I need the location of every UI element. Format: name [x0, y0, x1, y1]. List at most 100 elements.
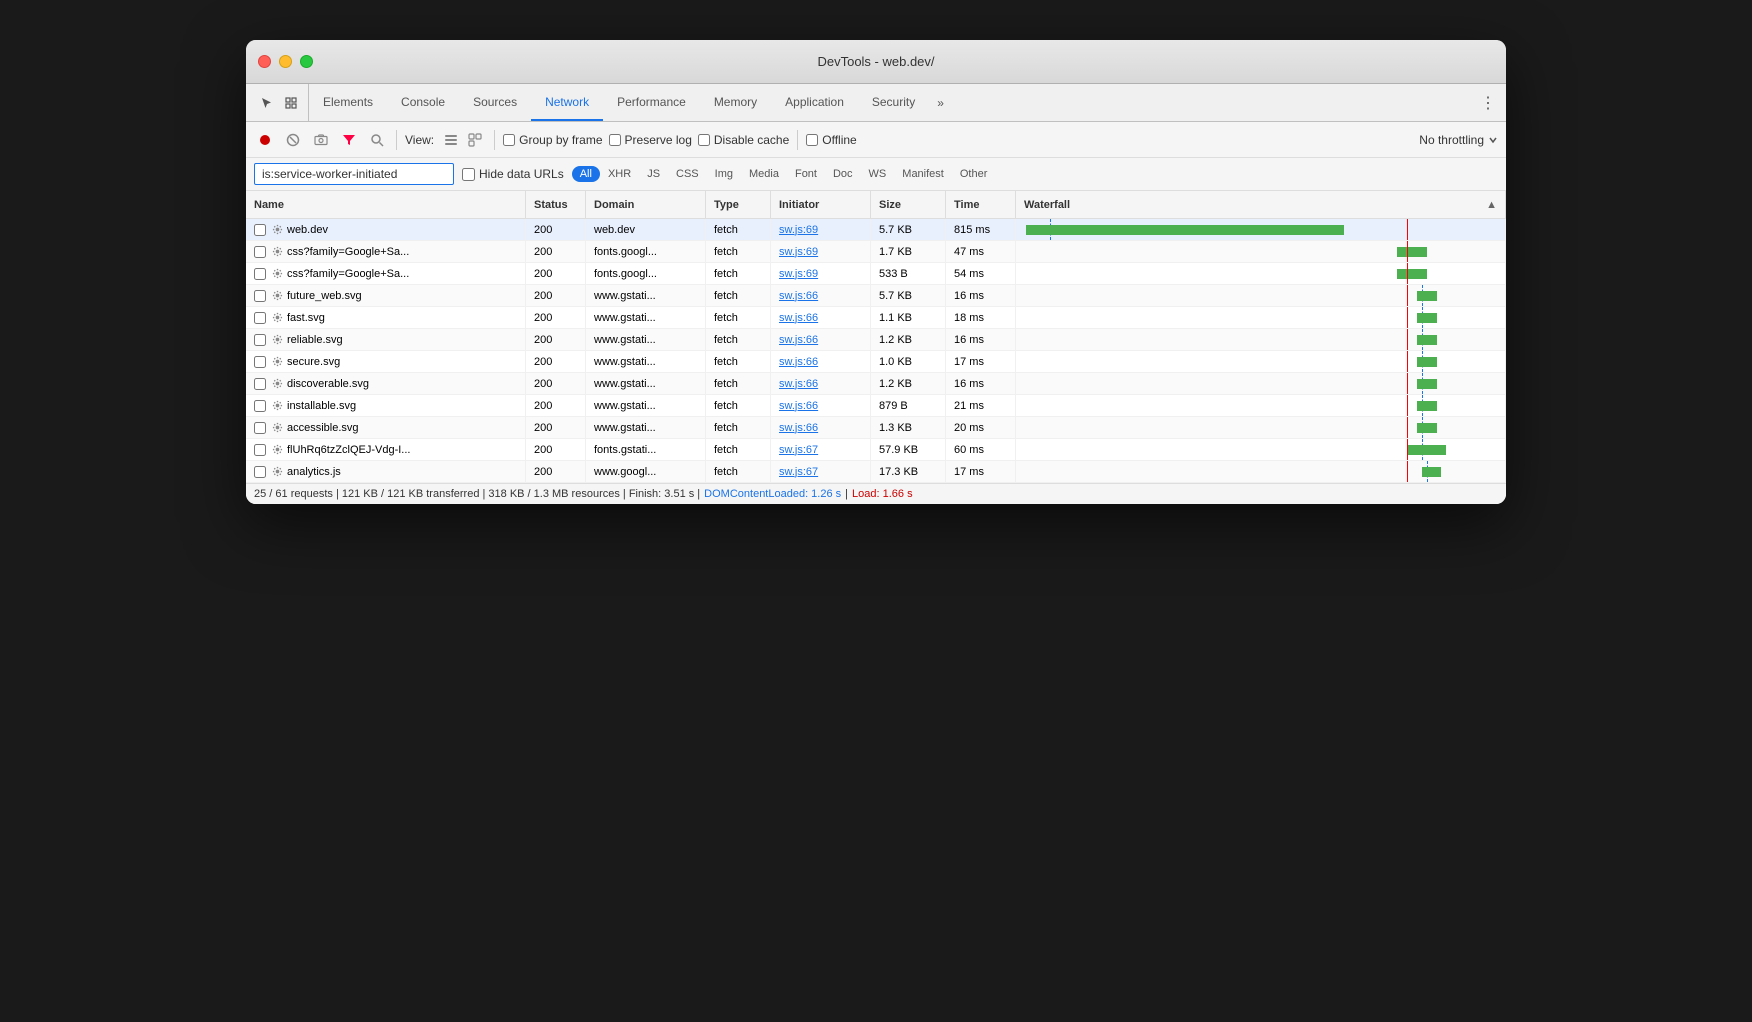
camera-button[interactable]: [310, 129, 332, 151]
waterfall-red-line: [1407, 461, 1408, 482]
table-row[interactable]: flUhRq6tzZclQEJ-Vdg-I... 200 fonts.gstat…: [246, 439, 1506, 461]
filter-type-doc[interactable]: Doc: [825, 166, 861, 182]
row-initiator[interactable]: sw.js:66: [771, 417, 871, 438]
filter-type-font[interactable]: Font: [787, 166, 825, 182]
group-by-frame-checkbox[interactable]: [503, 134, 515, 146]
row-select-checkbox[interactable]: [254, 290, 266, 302]
row-waterfall: [1016, 417, 1506, 438]
row-select-checkbox[interactable]: [254, 334, 266, 346]
th-waterfall[interactable]: Waterfall ▲: [1016, 191, 1506, 218]
row-initiator[interactable]: sw.js:66: [771, 285, 871, 306]
table-row[interactable]: discoverable.svg 200 www.gstati... fetch…: [246, 373, 1506, 395]
group-by-frame-toggle[interactable]: Group by frame: [503, 133, 602, 147]
table-row[interactable]: accessible.svg 200 www.gstati... fetch s…: [246, 417, 1506, 439]
row-initiator[interactable]: sw.js:66: [771, 307, 871, 328]
row-initiator[interactable]: sw.js:67: [771, 439, 871, 460]
inspect-icon[interactable]: [282, 94, 300, 112]
filter-button[interactable]: [338, 129, 360, 151]
row-type: fetch: [706, 285, 771, 306]
tab-performance[interactable]: Performance: [603, 84, 700, 121]
row-name: css?family=Google+Sa...: [246, 263, 526, 284]
filter-type-all[interactable]: All: [572, 166, 600, 182]
table-row[interactable]: css?family=Google+Sa... 200 fonts.googl.…: [246, 263, 1506, 285]
th-type[interactable]: Type: [706, 191, 771, 218]
th-domain[interactable]: Domain: [586, 191, 706, 218]
table-row[interactable]: analytics.js 200 www.googl... fetch sw.j…: [246, 461, 1506, 483]
table-row[interactable]: secure.svg 200 www.gstati... fetch sw.js…: [246, 351, 1506, 373]
view-grid-button[interactable]: [464, 129, 486, 151]
row-select-checkbox[interactable]: [254, 224, 266, 236]
preserve-log-toggle[interactable]: Preserve log: [609, 133, 692, 147]
table-row[interactable]: fast.svg 200 www.gstati... fetch sw.js:6…: [246, 307, 1506, 329]
row-select-checkbox[interactable]: [254, 356, 266, 368]
filter-type-manifest[interactable]: Manifest: [894, 166, 952, 182]
row-initiator[interactable]: sw.js:69: [771, 219, 871, 240]
more-tabs-button[interactable]: »: [929, 84, 952, 121]
cursor-icon[interactable]: [258, 94, 276, 112]
tab-sources[interactable]: Sources: [459, 84, 531, 121]
throttle-select[interactable]: No throttling: [1419, 133, 1498, 147]
stop-button[interactable]: [282, 129, 304, 151]
waterfall-red-line: [1407, 241, 1408, 262]
table-row[interactable]: installable.svg 200 www.gstati... fetch …: [246, 395, 1506, 417]
filter-type-js[interactable]: JS: [639, 166, 668, 182]
preserve-log-checkbox[interactable]: [609, 134, 621, 146]
search-button[interactable]: [366, 129, 388, 151]
offline-toggle[interactable]: Offline: [806, 133, 856, 147]
th-time[interactable]: Time: [946, 191, 1016, 218]
tab-application[interactable]: Application: [771, 84, 858, 121]
row-name: installable.svg: [246, 395, 526, 416]
th-size[interactable]: Size: [871, 191, 946, 218]
row-select-checkbox[interactable]: [254, 444, 266, 456]
row-select-checkbox[interactable]: [254, 268, 266, 280]
settings-button[interactable]: ⋮: [1470, 84, 1506, 121]
filter-input[interactable]: [254, 163, 454, 185]
row-select-checkbox[interactable]: [254, 422, 266, 434]
row-select-checkbox[interactable]: [254, 378, 266, 390]
table-row[interactable]: reliable.svg 200 www.gstati... fetch sw.…: [246, 329, 1506, 351]
row-select-checkbox[interactable]: [254, 312, 266, 324]
tab-console[interactable]: Console: [387, 84, 459, 121]
row-initiator[interactable]: sw.js:66: [771, 373, 871, 394]
th-name[interactable]: Name: [246, 191, 526, 218]
filter-type-ws[interactable]: WS: [861, 166, 895, 182]
tab-security[interactable]: Security: [858, 84, 929, 121]
row-status: 200: [526, 307, 586, 328]
th-initiator[interactable]: Initiator: [771, 191, 871, 218]
row-select-checkbox[interactable]: [254, 246, 266, 258]
filter-type-css[interactable]: CSS: [668, 166, 707, 182]
filter-type-media[interactable]: Media: [741, 166, 787, 182]
row-select-checkbox[interactable]: [254, 400, 266, 412]
hide-data-urls-toggle[interactable]: Hide data URLs: [462, 167, 564, 181]
table-row[interactable]: future_web.svg 200 www.gstati... fetch s…: [246, 285, 1506, 307]
tab-memory[interactable]: Memory: [700, 84, 771, 121]
close-button[interactable]: [258, 55, 271, 68]
disable-cache-checkbox[interactable]: [698, 134, 710, 146]
waterfall-red-line: [1407, 373, 1408, 394]
th-status[interactable]: Status: [526, 191, 586, 218]
table-row[interactable]: css?family=Google+Sa... 200 fonts.googl.…: [246, 241, 1506, 263]
hide-data-urls-checkbox[interactable]: [462, 168, 475, 181]
row-initiator[interactable]: sw.js:66: [771, 329, 871, 350]
row-size: 57.9 KB: [871, 439, 946, 460]
disable-cache-toggle[interactable]: Disable cache: [698, 133, 789, 147]
row-initiator[interactable]: sw.js:69: [771, 241, 871, 262]
offline-checkbox[interactable]: [806, 134, 818, 146]
filter-type-img[interactable]: Img: [707, 166, 741, 182]
row-size: 1.7 KB: [871, 241, 946, 262]
row-initiator[interactable]: sw.js:67: [771, 461, 871, 482]
filter-type-xhr[interactable]: XHR: [600, 166, 639, 182]
row-initiator[interactable]: sw.js:66: [771, 395, 871, 416]
minimize-button[interactable]: [279, 55, 292, 68]
row-initiator[interactable]: sw.js:69: [771, 263, 871, 284]
tab-network[interactable]: Network: [531, 84, 603, 121]
record-button[interactable]: [254, 129, 276, 151]
row-initiator[interactable]: sw.js:66: [771, 351, 871, 372]
view-list-button[interactable]: [440, 129, 462, 151]
filter-type-other[interactable]: Other: [952, 166, 996, 182]
maximize-button[interactable]: [300, 55, 313, 68]
row-time: 18 ms: [946, 307, 1016, 328]
table-row[interactable]: web.dev 200 web.dev fetch sw.js:69 5.7 K…: [246, 219, 1506, 241]
row-select-checkbox[interactable]: [254, 466, 266, 478]
tab-elements[interactable]: Elements: [309, 84, 387, 121]
